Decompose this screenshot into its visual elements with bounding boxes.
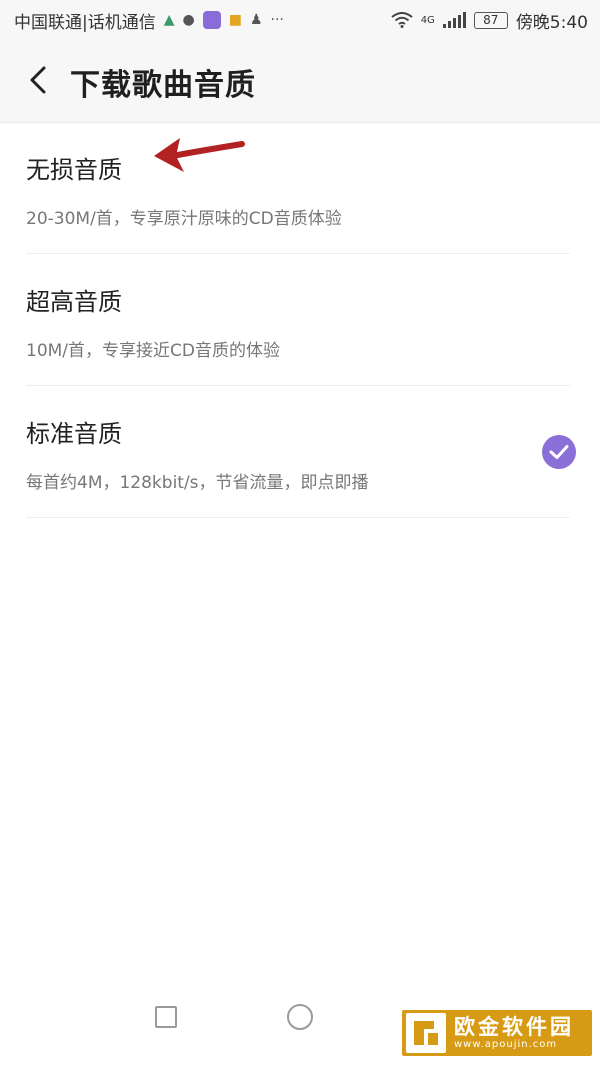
app-header: 下载歌曲音质 [0, 40, 600, 123]
signal-icon [442, 12, 466, 28]
carrier-text: 中国联通|话机通信 [14, 12, 156, 33]
watermark-text: 欧金软件园 www.apoujin.com [454, 1016, 574, 1051]
option-title: 无损音质 [26, 156, 122, 184]
chevron-left-icon [30, 66, 46, 94]
status-bar-right: 4G 87 傍晚5:40 [391, 8, 588, 33]
quality-option-high[interactable]: 超高音质 10M/首，专享接近CD音质的体验 [0, 254, 600, 386]
more-icon: ··· [270, 12, 284, 28]
recent-apps-button[interactable] [155, 1006, 177, 1028]
watermark-logo-icon [406, 1013, 446, 1053]
page-title: 下载歌曲音质 [70, 68, 256, 103]
notification-icon: ▲ [163, 12, 175, 28]
watermark: 欧金软件园 www.apoujin.com [402, 1010, 592, 1056]
watermark-title: 欧金软件园 [454, 1014, 574, 1039]
status-bar-left: 中国联通|话机通信 ▲ ● ■ ♟ ··· [14, 8, 284, 33]
home-button[interactable] [287, 1004, 313, 1030]
divider [26, 517, 570, 518]
wifi-icon [391, 12, 413, 28]
person-icon: ♟ [249, 12, 263, 28]
quality-option-lossless[interactable]: 无损音质 20-30M/首，专享原汁原味的CD音质体验 [0, 122, 600, 254]
clock-text: 傍晚5:40 [515, 12, 588, 33]
app-icon [202, 11, 221, 29]
chat-icon: ● [182, 12, 195, 28]
annotation-arrow-icon [154, 138, 245, 172]
watermark-url: www.apoujin.com [454, 1038, 558, 1050]
battery-icon: 87 [473, 11, 508, 29]
option-description: 每首约4M，128kbit/s，节省流量，即点即播 [26, 473, 369, 493]
option-title: 标准音质 [26, 420, 122, 448]
quality-option-standard[interactable]: 标准音质 每首约4M，128kbit/s，节省流量，即点即播 [0, 386, 600, 518]
option-description: 20-30M/首，专享原汁原味的CD音质体验 [26, 209, 342, 229]
folder-icon: ■ [228, 12, 242, 28]
back-button[interactable] [22, 64, 54, 96]
status-bar: 中国联通|话机通信 ▲ ● ■ ♟ ··· 4G 87 傍晚5:40 [0, 0, 600, 40]
battery-level: 87 [483, 13, 499, 27]
option-title: 超高音质 [26, 288, 122, 316]
selected-check-icon [542, 435, 576, 469]
option-description: 10M/首，专享接近CD音质的体验 [26, 341, 280, 361]
network-badge: 4G [420, 14, 435, 26]
